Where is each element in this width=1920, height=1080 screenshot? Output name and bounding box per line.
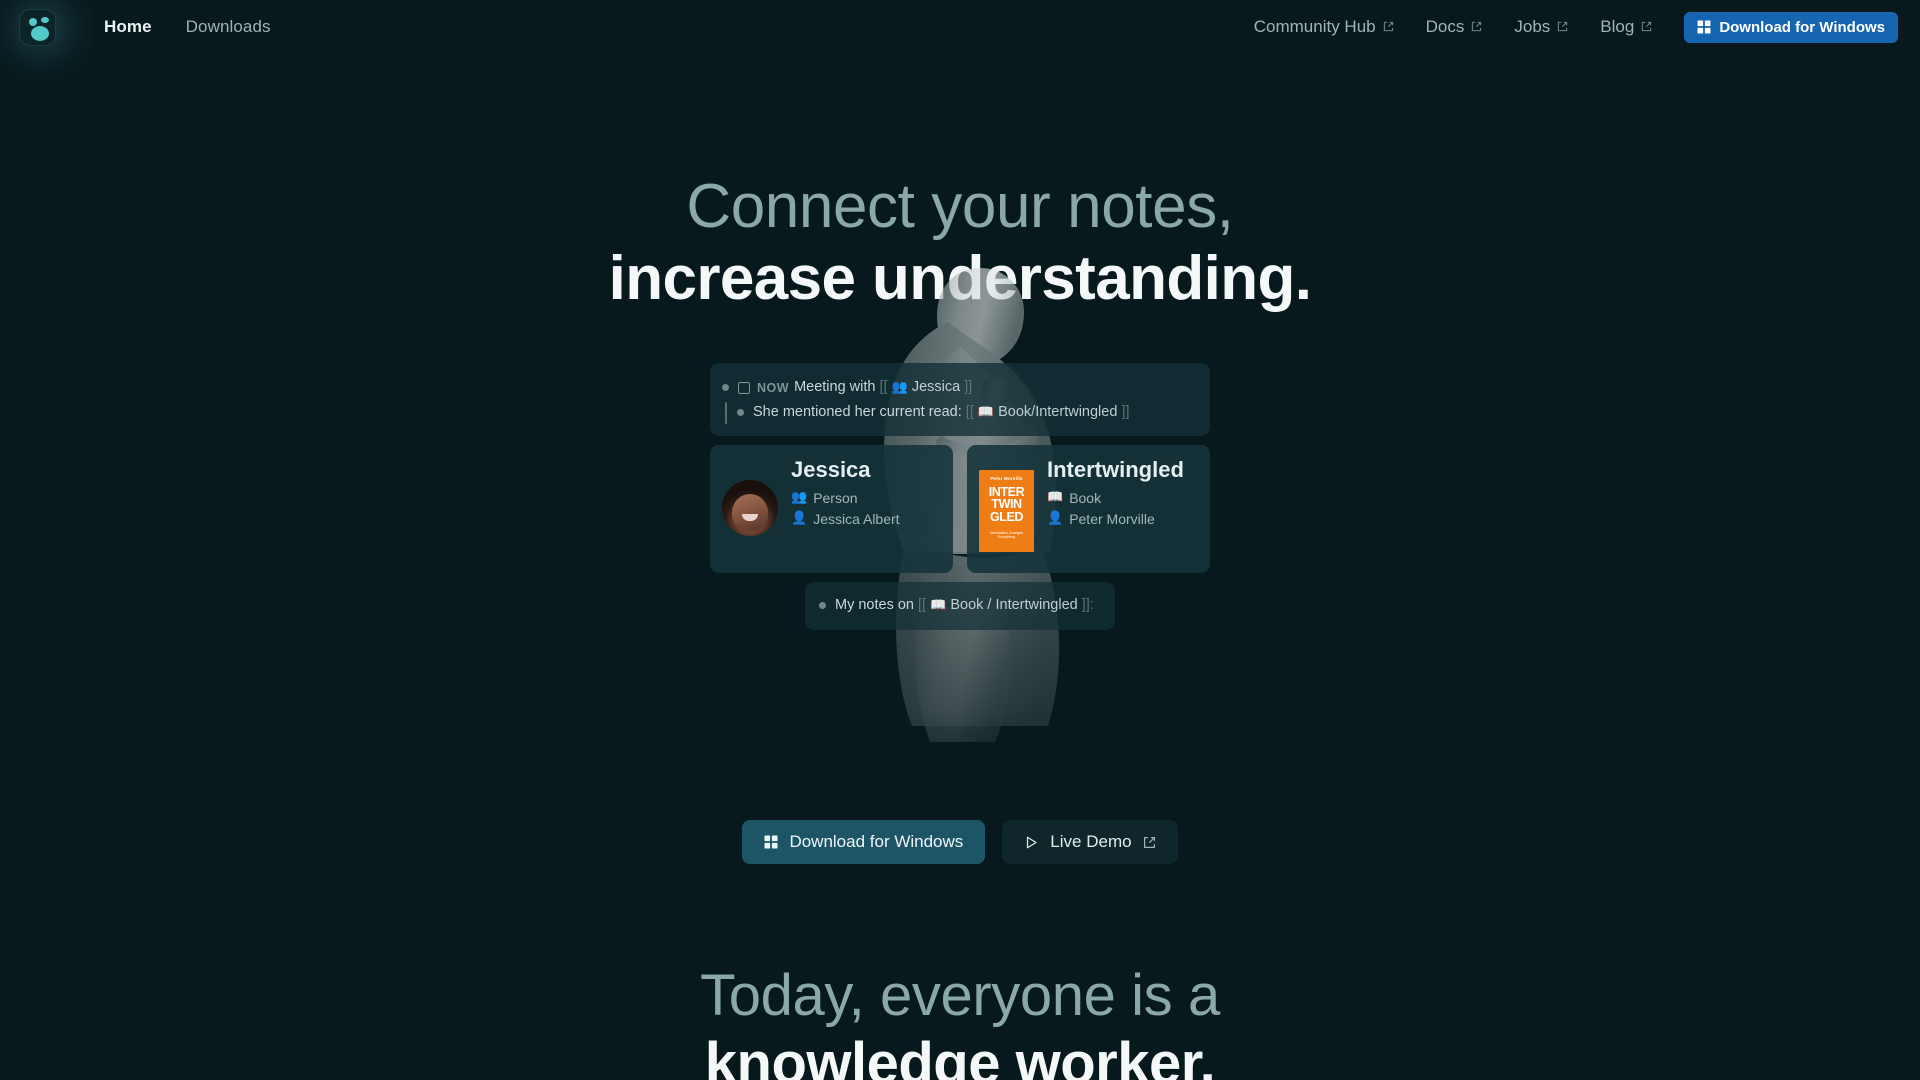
cta-download-button-label: Download for Windows bbox=[789, 832, 964, 851]
note-thread: She mentioned her current read: [[ 📖 Boo… bbox=[722, 401, 1194, 424]
bracket-close: ]]: bbox=[1081, 596, 1094, 613]
app-logo[interactable] bbox=[19, 8, 56, 46]
header-right-group: Community Hub Docs Jobs Blog Download fo… bbox=[1254, 11, 1920, 43]
book-cover-author: Peter Morville bbox=[990, 475, 1023, 481]
note-card-bottom: My notes on [[ 📖 Book / Intertwingled ]]… bbox=[805, 581, 1115, 631]
note-card-top: NOW Meeting with [[ 👥 Jessica ]] She men… bbox=[710, 363, 1210, 436]
page-title: Connect your notes, increase understandi… bbox=[0, 54, 1920, 311]
bullet-icon bbox=[737, 408, 744, 416]
external-link-icon bbox=[1557, 21, 1568, 32]
note-text-before: Meeting with bbox=[794, 379, 876, 395]
external-link-icon bbox=[1471, 21, 1482, 32]
cta-download-button[interactable]: Download for Windows bbox=[742, 820, 986, 864]
bullet-icon bbox=[722, 384, 729, 391]
bracket-open: [[ bbox=[965, 403, 974, 420]
cta-live-demo-button-label: Live Demo bbox=[1050, 832, 1132, 851]
entity-cards-row: Jessica 👥 Person 👤 Jessica Albert Peter … bbox=[710, 444, 1210, 573]
entity-meta-name-label: Jessica Albert bbox=[813, 510, 900, 527]
section2-heading-line2: knowledge worker. bbox=[704, 1031, 1216, 1080]
nav-item-jobs-label: Jobs bbox=[1514, 17, 1551, 36]
external-link-icon bbox=[1383, 21, 1394, 32]
bracket-open: [[ bbox=[879, 379, 888, 395]
external-link-icon bbox=[1641, 21, 1652, 32]
header-download-button-label: Download for Windows bbox=[1719, 18, 1885, 36]
hero-section: Connect your notes, increase understandi… bbox=[0, 54, 1920, 311]
nav-item-docs-label: Docs bbox=[1425, 17, 1465, 36]
note-link-intertwingled[interactable]: Book/Intertwingled bbox=[998, 404, 1117, 420]
note-row-bottom-text: My notes on [[ 📖 Book / Intertwingled ]]… bbox=[835, 595, 1094, 617]
entity-meta-type-label: Book bbox=[1069, 489, 1102, 506]
note-sub-text-before: She mentioned her current read: bbox=[753, 403, 962, 420]
nav-item-blog[interactable]: Blog bbox=[1600, 17, 1652, 37]
nav-item-downloads[interactable]: Downloads bbox=[186, 17, 271, 37]
book-icon: 📖 bbox=[1047, 488, 1064, 504]
book-icon: 📖 bbox=[930, 596, 947, 612]
logo-dot-small bbox=[41, 16, 49, 23]
windows-icon bbox=[1697, 20, 1711, 34]
knowledge-worker-section: Today, everyone is a knowledge worker. bbox=[0, 963, 1920, 1080]
entity-meta-author: 👤 Peter Morville bbox=[1047, 509, 1184, 529]
book-cover-subtitle: Information Changes Everything bbox=[989, 530, 1024, 540]
hero-heading-line1: Connect your notes, bbox=[686, 172, 1234, 241]
now-tag: NOW bbox=[757, 380, 790, 395]
windows-icon bbox=[764, 835, 778, 849]
entity-info: Jessica 👥 Person 👤 Jessica Albert bbox=[791, 456, 900, 530]
cta-group: Download for Windows Live Demo bbox=[0, 820, 1920, 864]
nav-item-blog-label: Blog bbox=[1600, 17, 1635, 36]
note-row-secondary: She mentioned her current read: [[ 📖 Boo… bbox=[737, 402, 1130, 424]
entity-meta-author-label: Peter Morville bbox=[1069, 510, 1155, 527]
nav-item-home[interactable]: Home bbox=[104, 17, 152, 37]
note-link-book-intertwingled[interactable]: Book / Intertwingled bbox=[950, 597, 1077, 613]
entity-meta-type: 📖 Book bbox=[1047, 488, 1184, 508]
primary-nav: Home Downloads bbox=[104, 17, 271, 37]
nav-item-community-hub-label: Community Hub bbox=[1253, 17, 1376, 36]
header-left-group: Home Downloads bbox=[0, 0, 271, 82]
notes-demo: NOW Meeting with [[ 👥 Jessica ]] She men… bbox=[710, 363, 1210, 631]
hero-heading-line2: increase understanding. bbox=[608, 243, 1312, 313]
book-cover-title-line3: GLED bbox=[989, 510, 1024, 524]
avatar-face bbox=[732, 494, 768, 531]
note-link-jessica[interactable]: Jessica bbox=[912, 379, 960, 395]
logo-dot-large bbox=[31, 25, 49, 41]
bracket-close: ]] bbox=[964, 379, 973, 395]
avatar bbox=[722, 479, 778, 536]
book-cover: Peter Morville INTER TWIN GLED Informati… bbox=[979, 469, 1034, 552]
cta-live-demo-button[interactable]: Live Demo bbox=[1002, 820, 1178, 864]
thread-line bbox=[725, 401, 727, 424]
entity-meta-type: 👥 Person bbox=[791, 488, 900, 508]
note-bottom-text-before: My notes on bbox=[835, 596, 914, 613]
note-row-primary: NOW Meeting with [[ 👥 Jessica ]] bbox=[722, 377, 1194, 399]
nav-item-docs[interactable]: Docs bbox=[1426, 17, 1483, 37]
people-icon: 👥 bbox=[891, 379, 908, 394]
external-link-icon bbox=[1143, 836, 1156, 849]
header-download-button[interactable]: Download for Windows bbox=[1684, 11, 1898, 43]
note-row-bottom: My notes on [[ 📖 Book / Intertwingled ]]… bbox=[819, 595, 1099, 617]
site-header: Home Downloads Community Hub Docs Jobs B… bbox=[0, 0, 1920, 82]
note-row-primary-text: Meeting with [[ 👥 Jessica ]] bbox=[794, 377, 972, 399]
person-icon: 👤 bbox=[791, 509, 808, 525]
entity-card-intertwingled[interactable]: Peter Morville INTER TWIN GLED Informati… bbox=[967, 444, 1210, 573]
note-row-secondary-text: She mentioned her current read: [[ 📖 Boo… bbox=[753, 402, 1130, 424]
entity-card-title: Jessica bbox=[791, 456, 871, 482]
play-icon bbox=[1024, 835, 1039, 850]
bracket-open: [[ bbox=[918, 596, 927, 613]
entity-card-title: Intertwingled bbox=[1047, 456, 1184, 482]
nav-item-jobs[interactable]: Jobs bbox=[1514, 17, 1568, 37]
person-icon: 👤 bbox=[1047, 509, 1064, 525]
entity-meta-name: 👤 Jessica Albert bbox=[791, 509, 900, 529]
people-icon: 👥 bbox=[791, 488, 808, 504]
entity-info: Intertwingled 📖 Book 👤 Peter Morville bbox=[1047, 456, 1184, 530]
task-checkbox[interactable] bbox=[738, 382, 750, 394]
logo-dot-medium bbox=[29, 17, 37, 26]
nav-item-community-hub[interactable]: Community Hub bbox=[1254, 17, 1394, 37]
bullet-icon bbox=[819, 601, 826, 609]
entity-card-jessica[interactable]: Jessica 👥 Person 👤 Jessica Albert bbox=[710, 444, 953, 573]
bracket-close: ]] bbox=[1121, 403, 1130, 420]
entity-meta-type-label: Person bbox=[813, 489, 858, 506]
book-icon: 📖 bbox=[977, 403, 995, 419]
section2-heading-line1: Today, everyone is a bbox=[700, 963, 1220, 1028]
